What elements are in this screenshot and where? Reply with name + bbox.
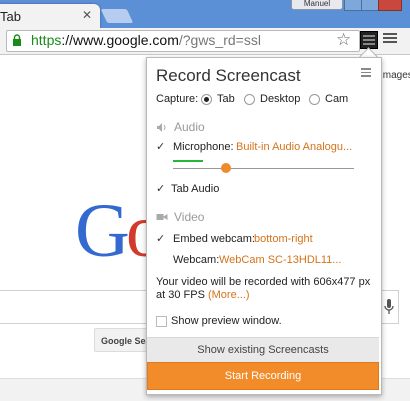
embed-webcam-position-select[interactable]: bottom-right [254, 233, 313, 245]
star-icon[interactable]: ☆ [336, 30, 351, 50]
preview-label: Show preview window. [171, 315, 282, 327]
url-path: /?gws_rd=ssl [178, 32, 261, 48]
minimize-button[interactable] [344, 0, 362, 11]
capture-tab-radio[interactable] [201, 94, 212, 105]
preview-checkbox[interactable] [156, 316, 167, 327]
capture-desktop-radio[interactable] [244, 94, 255, 105]
url-text: https://www.google.com/?gws_rd=ssl [31, 32, 261, 48]
audio-header: Audio [174, 120, 205, 134]
tab-audio-label: Tab Audio [171, 183, 220, 195]
browser-tab[interactable]: Tab ✕ [0, 4, 100, 28]
start-recording-button[interactable]: Start Recording [147, 362, 379, 390]
tab-audio-checkbox[interactable]: ✓ [156, 182, 165, 195]
menu-icon[interactable] [383, 31, 397, 45]
capture-tab-label[interactable]: Tab [217, 93, 235, 105]
capture-cam-radio[interactable] [309, 94, 320, 105]
close-icon[interactable]: ✕ [82, 8, 92, 22]
user-badge[interactable]: Manuel [291, 0, 343, 10]
webcam-label: Webcam: [173, 254, 220, 266]
microphone-checkbox[interactable]: ✓ [156, 140, 165, 153]
url-host: www.google.com [73, 32, 179, 48]
microphone-label: Microphone: [173, 141, 234, 153]
lock-icon [13, 34, 21, 46]
images-link[interactable]: Images [380, 70, 410, 81]
popup-title: Record Screencast [156, 66, 301, 85]
volume-slider-thumb[interactable] [221, 163, 231, 173]
video-camera-icon [156, 214, 168, 220]
screencast-extension-icon[interactable] [360, 31, 378, 49]
show-screencasts-button[interactable]: Show existing Screencasts [147, 337, 379, 362]
url-separator: :// [61, 32, 74, 48]
capture-cam-label[interactable]: Cam [325, 93, 348, 105]
video-header: Video [174, 210, 205, 224]
tab-title: Tab [0, 9, 21, 24]
microphone-icon[interactable] [384, 298, 394, 316]
microphone-select[interactable]: Built-in Audio Analogu... [236, 141, 352, 153]
webcam-select[interactable]: WebCam SC-13HDL11... [219, 254, 341, 266]
embed-webcam-checkbox[interactable]: ✓ [156, 232, 165, 245]
capture-desktop-label[interactable]: Desktop [260, 93, 300, 105]
recording-info: Your video will be recorded with 606x477… [156, 276, 376, 302]
url-scheme: https [31, 32, 62, 48]
audio-level-meter [173, 160, 203, 162]
volume-slider-track[interactable] [173, 168, 354, 169]
speaker-icon [157, 123, 166, 132]
more-link[interactable]: (More...) [208, 289, 250, 301]
logo-letter-g: G [75, 189, 130, 273]
maximize-button[interactable] [361, 0, 379, 11]
embed-webcam-label: Embed webcam: [173, 233, 255, 245]
window-close-button[interactable] [378, 0, 402, 11]
recording-info-text: Your video will be recorded with 606x477… [156, 276, 371, 301]
popup-menu-icon[interactable] [361, 66, 371, 77]
capture-label: Capture: [156, 93, 199, 105]
